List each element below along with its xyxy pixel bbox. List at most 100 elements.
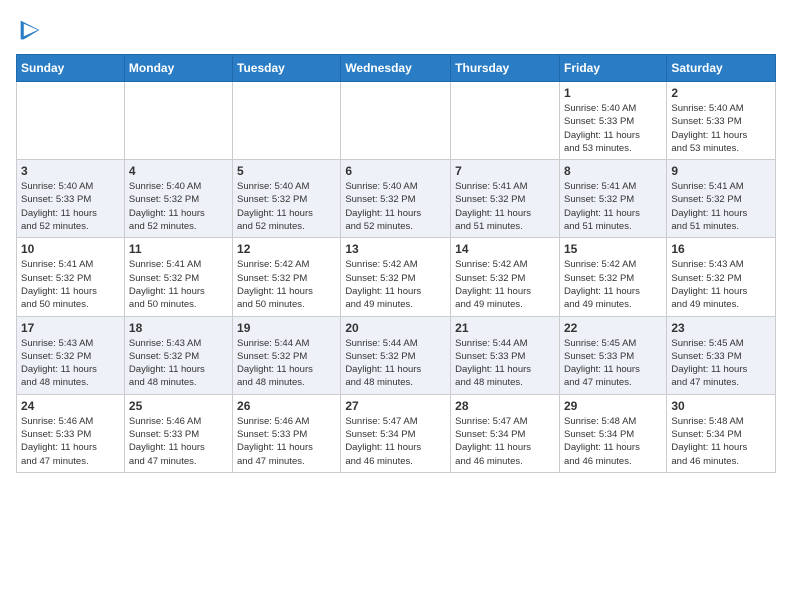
page-header xyxy=(16,16,776,44)
day-number: 15 xyxy=(564,242,662,256)
calendar-week-row: 3 Sunrise: 5:40 AM Sunset: 5:33 PM Daylig… xyxy=(17,160,776,238)
calendar-cell: 8 Sunrise: 5:41 AM Sunset: 5:32 PM Daylig… xyxy=(559,160,666,238)
calendar-body: 1 Sunrise: 5:40 AM Sunset: 5:33 PM Daylig… xyxy=(17,82,776,473)
calendar-cell: 2 Sunrise: 5:40 AM Sunset: 5:33 PM Daylig… xyxy=(667,82,776,160)
calendar-week-row: 17 Sunrise: 5:43 AM Sunset: 5:32 PM Dayli… xyxy=(17,316,776,394)
calendar-cell: 20Sunrise: 5:44 AM Sunset: 5:32 PM Dayli… xyxy=(341,316,451,394)
calendar-week-row: 1 Sunrise: 5:40 AM Sunset: 5:33 PM Daylig… xyxy=(17,82,776,160)
calendar-cell: 13Sunrise: 5:42 AM Sunset: 5:32 PM Dayli… xyxy=(341,238,451,316)
calendar-cell: 19 Sunrise: 5:44 AM Sunset: 5:32 PM Dayli… xyxy=(233,316,341,394)
day-number: 4 xyxy=(129,164,228,178)
header-row: SundayMondayTuesdayWednesdayThursdayFrid… xyxy=(17,55,776,82)
day-info: Sunrise: 5:40 AM Sunset: 5:32 PM Dayligh… xyxy=(129,180,228,233)
calendar-cell xyxy=(17,82,125,160)
calendar-cell: 1 Sunrise: 5:40 AM Sunset: 5:33 PM Daylig… xyxy=(559,82,666,160)
day-info: Sunrise: 5:42 AM Sunset: 5:32 PM Dayligh… xyxy=(455,258,555,311)
calendar-cell: 22 Sunrise: 5:45 AM Sunset: 5:33 PM Dayli… xyxy=(559,316,666,394)
calendar-cell: 4 Sunrise: 5:40 AM Sunset: 5:32 PM Daylig… xyxy=(124,160,232,238)
calendar-cell: 28 Sunrise: 5:47 AM Sunset: 5:34 PM Dayli… xyxy=(451,394,560,472)
calendar-cell: 10Sunrise: 5:41 AM Sunset: 5:32 PM Dayli… xyxy=(17,238,125,316)
day-number: 24 xyxy=(21,399,120,413)
logo-icon xyxy=(16,16,44,44)
day-number: 19 xyxy=(237,321,336,335)
day-number: 20 xyxy=(345,321,446,335)
day-info: Sunrise: 5:41 AM Sunset: 5:32 PM Dayligh… xyxy=(129,258,228,311)
day-number: 3 xyxy=(21,164,120,178)
day-number: 29 xyxy=(564,399,662,413)
calendar-cell: 26 Sunrise: 5:46 AM Sunset: 5:33 PM Dayli… xyxy=(233,394,341,472)
day-info: Sunrise: 5:42 AM Sunset: 5:32 PM Dayligh… xyxy=(564,258,662,311)
weekday-header: Thursday xyxy=(451,55,560,82)
day-info: Sunrise: 5:46 AM Sunset: 5:33 PM Dayligh… xyxy=(129,415,228,468)
day-number: 1 xyxy=(564,86,662,100)
day-number: 30 xyxy=(671,399,771,413)
day-info: Sunrise: 5:40 AM Sunset: 5:32 PM Dayligh… xyxy=(237,180,336,233)
calendar-cell: 5 Sunrise: 5:40 AM Sunset: 5:32 PM Daylig… xyxy=(233,160,341,238)
logo xyxy=(16,16,48,44)
weekday-header: Sunday xyxy=(17,55,125,82)
calendar-cell: 25 Sunrise: 5:46 AM Sunset: 5:33 PM Dayli… xyxy=(124,394,232,472)
day-info: Sunrise: 5:42 AM Sunset: 5:32 PM Dayligh… xyxy=(345,258,446,311)
day-number: 25 xyxy=(129,399,228,413)
day-number: 14 xyxy=(455,242,555,256)
day-info: Sunrise: 5:40 AM Sunset: 5:33 PM Dayligh… xyxy=(564,102,662,155)
day-info: Sunrise: 5:41 AM Sunset: 5:32 PM Dayligh… xyxy=(21,258,120,311)
weekday-header: Monday xyxy=(124,55,232,82)
calendar-cell xyxy=(341,82,451,160)
calendar-cell: 3 Sunrise: 5:40 AM Sunset: 5:33 PM Daylig… xyxy=(17,160,125,238)
day-number: 16 xyxy=(671,242,771,256)
day-info: Sunrise: 5:43 AM Sunset: 5:32 PM Dayligh… xyxy=(129,337,228,390)
day-info: Sunrise: 5:45 AM Sunset: 5:33 PM Dayligh… xyxy=(671,337,771,390)
calendar-cell: 23 Sunrise: 5:45 AM Sunset: 5:33 PM Dayli… xyxy=(667,316,776,394)
day-info: Sunrise: 5:44 AM Sunset: 5:32 PM Dayligh… xyxy=(237,337,336,390)
calendar-cell xyxy=(451,82,560,160)
day-info: Sunrise: 5:47 AM Sunset: 5:34 PM Dayligh… xyxy=(455,415,555,468)
day-number: 11 xyxy=(129,242,228,256)
calendar-cell: 14 Sunrise: 5:42 AM Sunset: 5:32 PM Dayli… xyxy=(451,238,560,316)
day-info: Sunrise: 5:48 AM Sunset: 5:34 PM Dayligh… xyxy=(564,415,662,468)
day-number: 2 xyxy=(671,86,771,100)
day-number: 12 xyxy=(237,242,336,256)
day-number: 8 xyxy=(564,164,662,178)
day-number: 6 xyxy=(345,164,446,178)
day-info: Sunrise: 5:46 AM Sunset: 5:33 PM Dayligh… xyxy=(237,415,336,468)
weekday-header: Friday xyxy=(559,55,666,82)
day-info: Sunrise: 5:41 AM Sunset: 5:32 PM Dayligh… xyxy=(671,180,771,233)
day-number: 23 xyxy=(671,321,771,335)
day-number: 17 xyxy=(21,321,120,335)
calendar-cell: 7Sunrise: 5:41 AM Sunset: 5:32 PM Daylig… xyxy=(451,160,560,238)
day-info: Sunrise: 5:41 AM Sunset: 5:32 PM Dayligh… xyxy=(455,180,555,233)
calendar-cell: 27 Sunrise: 5:47 AM Sunset: 5:34 PM Dayli… xyxy=(341,394,451,472)
day-info: Sunrise: 5:40 AM Sunset: 5:33 PM Dayligh… xyxy=(21,180,120,233)
weekday-header: Wednesday xyxy=(341,55,451,82)
calendar-cell xyxy=(124,82,232,160)
calendar-cell: 6 Sunrise: 5:40 AM Sunset: 5:32 PM Daylig… xyxy=(341,160,451,238)
calendar-week-row: 10Sunrise: 5:41 AM Sunset: 5:32 PM Dayli… xyxy=(17,238,776,316)
day-info: Sunrise: 5:46 AM Sunset: 5:33 PM Dayligh… xyxy=(21,415,120,468)
day-info: Sunrise: 5:45 AM Sunset: 5:33 PM Dayligh… xyxy=(564,337,662,390)
calendar-cell: 17Sunrise: 5:43 AM Sunset: 5:32 PM Dayli… xyxy=(17,316,125,394)
day-info: Sunrise: 5:40 AM Sunset: 5:32 PM Dayligh… xyxy=(345,180,446,233)
calendar-cell: 16 Sunrise: 5:43 AM Sunset: 5:32 PM Dayli… xyxy=(667,238,776,316)
day-number: 21 xyxy=(455,321,555,335)
calendar-cell: 29 Sunrise: 5:48 AM Sunset: 5:34 PM Dayli… xyxy=(559,394,666,472)
day-info: Sunrise: 5:41 AM Sunset: 5:32 PM Dayligh… xyxy=(564,180,662,233)
day-number: 9 xyxy=(671,164,771,178)
calendar-cell: 9 Sunrise: 5:41 AM Sunset: 5:32 PM Daylig… xyxy=(667,160,776,238)
day-number: 5 xyxy=(237,164,336,178)
day-info: Sunrise: 5:47 AM Sunset: 5:34 PM Dayligh… xyxy=(345,415,446,468)
day-info: Sunrise: 5:42 AM Sunset: 5:32 PM Dayligh… xyxy=(237,258,336,311)
day-number: 28 xyxy=(455,399,555,413)
weekday-header: Saturday xyxy=(667,55,776,82)
day-number: 26 xyxy=(237,399,336,413)
day-number: 18 xyxy=(129,321,228,335)
calendar-cell: 24 Sunrise: 5:46 AM Sunset: 5:33 PM Dayli… xyxy=(17,394,125,472)
day-number: 22 xyxy=(564,321,662,335)
calendar-table: SundayMondayTuesdayWednesdayThursdayFrid… xyxy=(16,54,776,473)
day-info: Sunrise: 5:43 AM Sunset: 5:32 PM Dayligh… xyxy=(671,258,771,311)
day-info: Sunrise: 5:40 AM Sunset: 5:33 PM Dayligh… xyxy=(671,102,771,155)
day-number: 27 xyxy=(345,399,446,413)
weekday-header: Tuesday xyxy=(233,55,341,82)
calendar-cell: 21Sunrise: 5:44 AM Sunset: 5:33 PM Dayli… xyxy=(451,316,560,394)
calendar-cell: 12 Sunrise: 5:42 AM Sunset: 5:32 PM Dayli… xyxy=(233,238,341,316)
